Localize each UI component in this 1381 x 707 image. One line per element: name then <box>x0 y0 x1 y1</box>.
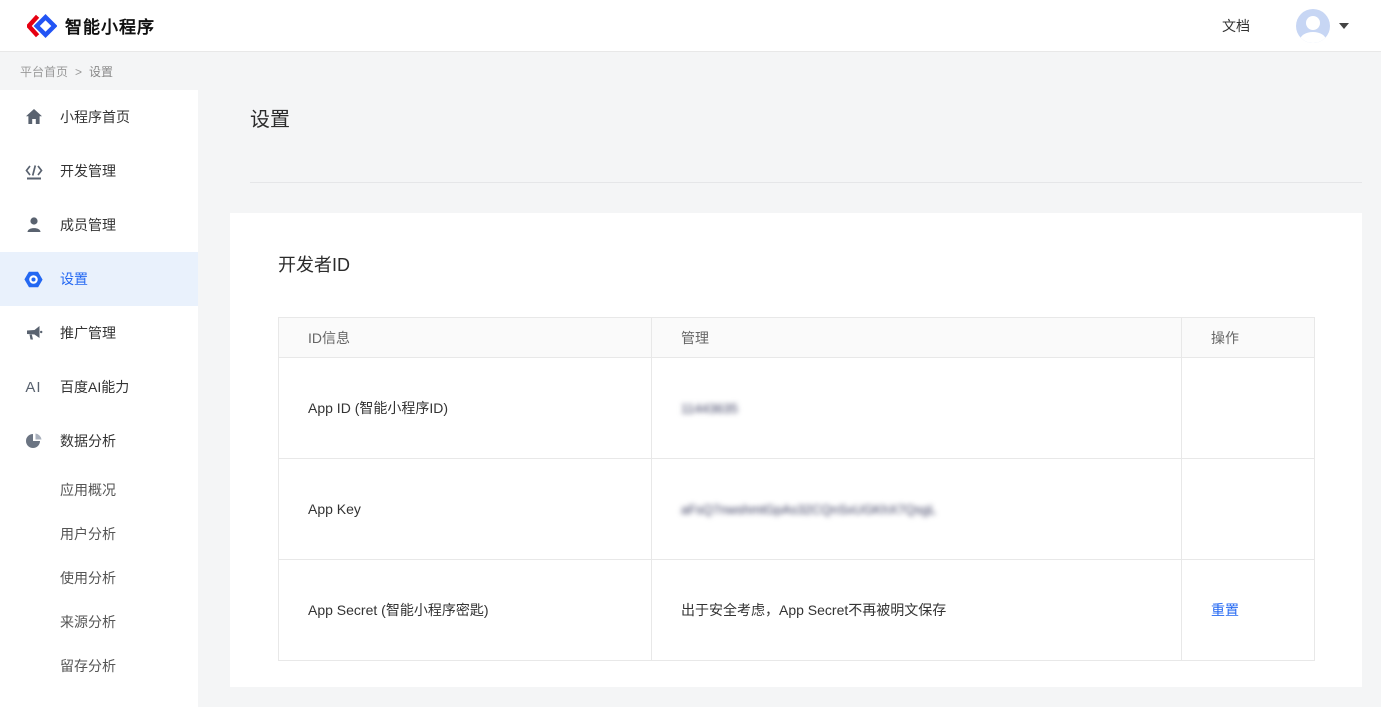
table-row-app-id: App ID (智能小程序ID) 11443635 <box>279 358 1315 459</box>
table-row-app-secret: App Secret (智能小程序密匙) 出于安全考虑，App Secret不再… <box>279 560 1315 661</box>
breadcrumb-home[interactable]: 平台首页 <box>20 63 68 80</box>
brand-logo-icon <box>27 13 57 39</box>
breadcrumb-current: 设置 <box>89 63 113 80</box>
sidebar-item-miniapp-home[interactable]: 小程序首页 <box>0 90 198 144</box>
app-secret-note: 出于安全考虑，App Secret不再被明文保存 <box>652 560 1182 661</box>
member-icon <box>24 216 43 235</box>
sidebar-item-member-management[interactable]: 成员管理 <box>0 198 198 252</box>
settings-icon <box>24 270 43 289</box>
breadcrumb-separator: > <box>75 65 82 79</box>
sidebar-item-label: 小程序首页 <box>60 107 130 127</box>
top-bar: 智能小程序 文档 <box>0 0 1381 52</box>
developer-id-card: 开发者ID ID信息 管理 操作 App ID (智能小程序ID) 114436… <box>230 213 1362 687</box>
app-id-label: App ID (智能小程序ID) <box>279 358 652 459</box>
column-header-id-info: ID信息 <box>279 318 652 358</box>
home-icon <box>24 108 43 127</box>
brand-name: 智能小程序 <box>65 13 155 38</box>
sidebar-subitem-app-overview[interactable]: 应用概况 <box>0 468 198 512</box>
sidebar-subitem-user-analysis[interactable]: 用户分析 <box>0 512 198 556</box>
sidebar-item-label: 数据分析 <box>60 431 116 451</box>
account-menu[interactable] <box>1296 9 1349 43</box>
sidebar-item-label: 开发管理 <box>60 161 116 181</box>
app-id-value-blurred: 11443635 <box>681 401 738 416</box>
column-header-management: 管理 <box>652 318 1182 358</box>
sidebar-subitem-usage-analysis[interactable]: 使用分析 <box>0 556 198 600</box>
sidebar-item-settings[interactable]: 设置 <box>0 252 198 306</box>
sidebar: 小程序首页 开发管理 成员管理 设置 <box>0 90 198 707</box>
chevron-down-icon[interactable] <box>1339 23 1349 29</box>
sidebar-item-dev-management[interactable]: 开发管理 <box>0 144 198 198</box>
sidebar-item-label: 设置 <box>60 269 88 289</box>
card-heading: 开发者ID <box>278 251 350 277</box>
avatar-person-icon <box>1306 16 1320 30</box>
sidebar-subitem-retention-analysis[interactable]: 留存分析 <box>0 644 198 688</box>
sidebar-item-label: 百度AI能力 <box>60 377 129 397</box>
table-row-app-key: App Key aFsQ7nwshmtGpAs32CQnSxUGKhX7QsgL <box>279 459 1315 560</box>
ai-icon: AI <box>24 378 43 397</box>
sidebar-item-label: 成员管理 <box>60 215 116 235</box>
code-icon <box>24 162 43 181</box>
table-header-row: ID信息 管理 操作 <box>279 318 1315 358</box>
app-key-label: App Key <box>279 459 652 560</box>
doc-link[interactable]: 文档 <box>1222 16 1250 36</box>
megaphone-icon <box>24 324 43 343</box>
sidebar-item-baidu-ai[interactable]: AI 百度AI能力 <box>0 360 198 414</box>
sidebar-subitem-source-analysis[interactable]: 来源分析 <box>0 600 198 644</box>
breadcrumb: 平台首页 > 设置 <box>0 53 1381 90</box>
avatar[interactable] <box>1296 9 1330 43</box>
sidebar-item-data-analysis[interactable]: 数据分析 <box>0 414 198 468</box>
sidebar-item-label: 推广管理 <box>60 323 116 343</box>
tabs-divider <box>250 182 1362 183</box>
developer-id-table: ID信息 管理 操作 App ID (智能小程序ID) 11443635 App… <box>278 317 1315 661</box>
brand[interactable]: 智能小程序 <box>27 13 155 39</box>
pie-chart-icon <box>24 432 43 451</box>
app-secret-label: App Secret (智能小程序密匙) <box>279 560 652 661</box>
column-header-actions: 操作 <box>1182 318 1315 358</box>
page-title: 设置 <box>250 103 290 132</box>
app-key-value-blurred: aFsQ7nwshmtGpAs32CQnSxUGKhX7QsgL <box>681 502 936 517</box>
main-content: 设置 基础设置 开发设置 第三方服务 开发者ID ID信息 管理 操作 App … <box>198 90 1381 707</box>
reset-app-secret-link[interactable]: 重置 <box>1211 602 1239 618</box>
app-key-action-cell <box>1182 459 1315 560</box>
app-id-action-cell <box>1182 358 1315 459</box>
sidebar-item-promotion-management[interactable]: 推广管理 <box>0 306 198 360</box>
